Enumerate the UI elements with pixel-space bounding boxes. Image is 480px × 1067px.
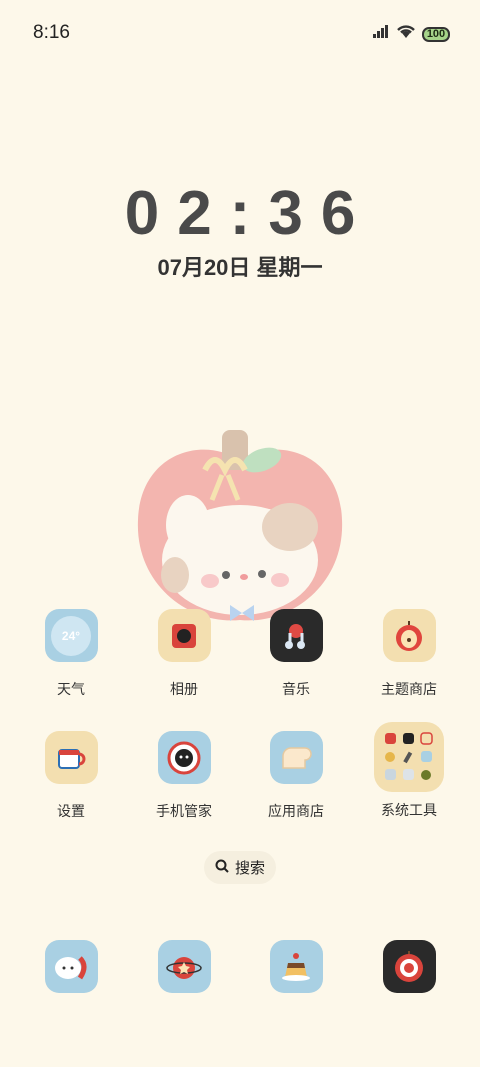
search-button[interactable]: 搜索 — [204, 851, 276, 884]
app-label: 手机管家 — [156, 803, 212, 819]
cat-shield-icon — [157, 731, 211, 784]
weather-temp-text: 24° — [51, 615, 91, 656]
clock-hour-tens: 0 — [124, 179, 178, 248]
app-weather[interactable]: 24° 天气 — [26, 609, 116, 699]
app-theme-store[interactable]: 主题商店 — [364, 609, 454, 699]
tomato-planet-icon — [157, 940, 211, 993]
status-icons: 100 — [372, 24, 450, 44]
app-settings[interactable]: 设置 — [26, 731, 116, 821]
target-apple-icon — [382, 940, 436, 993]
app-label: 相册 — [170, 681, 198, 697]
app-label: 系统工具 — [381, 802, 437, 818]
app-label: 主题商店 — [381, 681, 437, 697]
wifi-icon — [396, 24, 416, 44]
clock-date: 07月20日 星期一 — [157, 255, 323, 280]
clock-hour-ones: 2 — [177, 179, 230, 248]
status-bar: 8:16 100 — [0, 0, 480, 68]
pudding-icon — [269, 940, 323, 993]
apple-theme-icon — [382, 609, 436, 662]
battery-indicator: 100 — [422, 26, 450, 42]
dock-app-camera[interactable] — [364, 940, 454, 993]
search-icon — [215, 859, 229, 877]
bread-icon — [269, 731, 323, 784]
app-label: 天气 — [57, 681, 85, 697]
app-music[interactable]: 音乐 — [251, 609, 341, 699]
teacup-icon — [44, 731, 98, 784]
app-system-tools[interactable]: 系统工具 — [364, 722, 454, 820]
app-phone-manager[interactable]: 手机管家 — [139, 731, 229, 821]
music-note-icon — [269, 609, 323, 662]
clock-minute-ones: 6 — [320, 179, 356, 248]
signal-icon — [372, 24, 390, 44]
app-app-store[interactable]: 应用商店 — [251, 731, 341, 821]
status-time: 8:16 — [33, 22, 70, 43]
clock-separator: : — [229, 179, 269, 248]
search-label: 搜索 — [234, 860, 265, 877]
app-gallery[interactable]: 相册 — [139, 609, 229, 699]
wallpaper-apple-bunny — [130, 425, 350, 630]
app-label: 设置 — [57, 803, 85, 819]
gallery-cat-frame-icon — [157, 609, 211, 662]
phone-bunny-icon — [44, 940, 98, 993]
tools-folder-icon — [374, 722, 444, 792]
weather-24-icon: 24° — [44, 609, 98, 662]
dock-app-browser[interactable] — [139, 940, 229, 993]
dock-app-messages[interactable] — [251, 940, 341, 993]
app-label: 音乐 — [282, 681, 310, 697]
clock-minute-tens: 3 — [268, 179, 321, 248]
lockscreen-clock: 02:36 — [0, 178, 480, 249]
dock-app-phone[interactable] — [26, 940, 116, 993]
app-label: 应用商店 — [268, 803, 324, 819]
